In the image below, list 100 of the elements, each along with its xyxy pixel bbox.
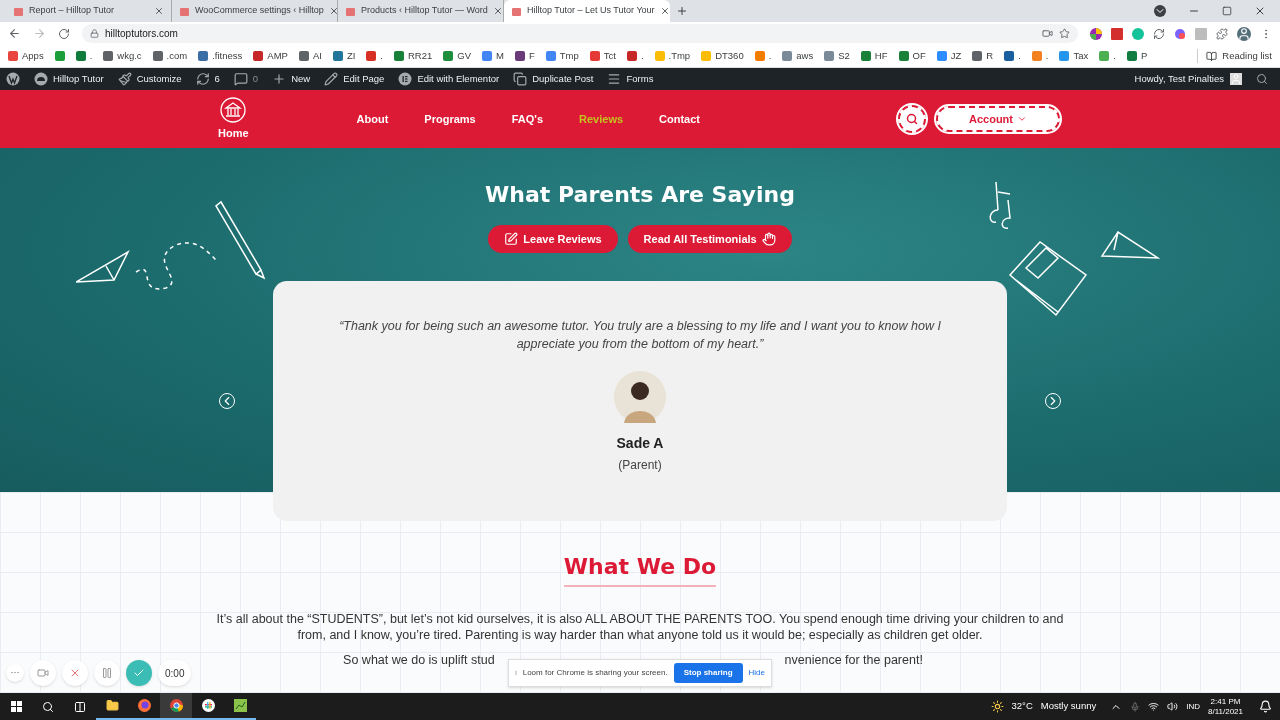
back-icon[interactable]: [8, 27, 21, 40]
url-text: hilltoptutors.com: [105, 27, 178, 41]
bookmark[interactable]: .: [75, 48, 93, 64]
bookmark[interactable]: .Tmp: [654, 48, 691, 64]
admin-bar-item[interactable]: Forms: [607, 71, 654, 87]
bookmark[interactable]: wkg.c: [103, 48, 142, 64]
extension-icon[interactable]: [1090, 27, 1102, 40]
taskbar-app[interactable]: [160, 693, 192, 720]
bookmark[interactable]: aws: [782, 48, 814, 64]
nav-link[interactable]: Contact: [659, 110, 701, 128]
admin-bar-item[interactable]: New: [272, 71, 311, 87]
admin-bar-item[interactable]: Edit with Elementor: [398, 71, 500, 87]
bookmark[interactable]: .: [1031, 48, 1049, 64]
howdy-text[interactable]: Howdy, Test Pinalties: [1134, 71, 1224, 87]
language-indicator[interactable]: IND: [1186, 700, 1200, 713]
bookmark[interactable]: .: [754, 48, 772, 64]
hide-link[interactable]: Hide: [748, 667, 765, 679]
bookmark[interactable]: AI: [298, 48, 322, 64]
reading-list[interactable]: Reading list: [1222, 48, 1272, 64]
new-tab-icon[interactable]: [676, 5, 688, 17]
bookmark[interactable]: F: [514, 48, 535, 64]
bookmark[interactable]: ZI: [332, 48, 356, 64]
temperature[interactable]: 32°C: [1011, 699, 1033, 714]
volume-icon[interactable]: [1167, 701, 1179, 712]
bookmark[interactable]: OF: [898, 48, 926, 64]
profile-icon[interactable]: [1237, 26, 1251, 41]
bookmark[interactable]: .: [1004, 48, 1021, 64]
bookmark-label: .Tmp: [668, 48, 691, 63]
nav-link[interactable]: FAQ's: [511, 110, 544, 128]
tab-search-icon[interactable]: [1154, 5, 1166, 17]
folder-icon: [105, 699, 119, 712]
recycle-icon[interactable]: [1153, 27, 1165, 40]
admin-bar-item[interactable]: Hilltop Tutor: [34, 71, 104, 87]
close-window-icon[interactable]: [1254, 5, 1266, 17]
address-bar[interactable]: hilltoptutors.com: [82, 24, 1078, 43]
bookmark[interactable]: R: [972, 48, 994, 64]
bookmark-label: .: [89, 48, 93, 63]
bookmark[interactable]: Tct: [589, 48, 616, 64]
nav-link[interactable]: Programs: [424, 110, 476, 128]
network-icon[interactable]: [1148, 701, 1160, 712]
bookmark[interactable]: Apps: [8, 48, 44, 64]
bookmark-label: .: [1113, 48, 1116, 63]
bookmark-label: JZ: [950, 48, 962, 63]
bookmark[interactable]: JZ: [936, 48, 962, 64]
extension-icon[interactable]: [1174, 27, 1186, 40]
bookmark[interactable]: .: [626, 48, 644, 64]
bookmark-label: AMP: [267, 48, 288, 63]
bookmark-label: GV: [457, 48, 471, 63]
admin-bar-item[interactable]: Duplicate Post: [513, 71, 594, 87]
bookmark[interactable]: AMP: [253, 48, 288, 64]
bookmark-label: wkg.c: [117, 48, 142, 63]
search-button[interactable]: [898, 105, 926, 133]
search-icon[interactable]: [1256, 73, 1268, 85]
notifications-icon[interactable]: [1259, 700, 1272, 713]
bookmark[interactable]: S2: [824, 48, 850, 64]
bookmark[interactable]: GV: [443, 48, 471, 64]
bookmark-label: S2: [838, 48, 850, 63]
extension-icon[interactable]: [1111, 27, 1123, 40]
bookmark[interactable]: P: [1126, 48, 1148, 64]
bookmark-star-icon[interactable]: [1059, 28, 1070, 39]
bookmark-label: HF: [874, 48, 888, 63]
close-icon[interactable]: [328, 6, 339, 16]
bookmark[interactable]: M: [482, 48, 504, 64]
microphone-icon[interactable]: [1130, 701, 1141, 712]
bookmark-favicon[interactable]: [54, 51, 65, 61]
reload-icon[interactable]: [58, 27, 70, 40]
bookmark[interactable]: Tax: [1059, 48, 1089, 64]
browser-tab[interactable]: Hilltop Tutor – Let Us Tutor Your: [504, 0, 670, 22]
close-icon[interactable]: [492, 6, 503, 16]
home-link[interactable]: Home: [218, 96, 249, 142]
extensions-icon[interactable]: [1216, 27, 1228, 40]
clock-date[interactable]: 8/11/2021: [1208, 706, 1243, 717]
restore-icon[interactable]: [1222, 6, 1232, 16]
bookmark[interactable]: .: [366, 48, 383, 64]
body-paragraph: It’s all about the “STUDENTS”, but let’s not kid ourselves, it is also ALL ABOUT THE PARENTS TOO. You spend enough time driving your children to and from, and I know, you’re tired. Parenting is way harder than what anyone told us it would be; especially as children get older.: [215, 611, 1065, 643]
close-icon[interactable]: [659, 6, 670, 16]
bookmark-label: Tct: [603, 48, 616, 63]
bookmark[interactable]: .fitness: [198, 48, 243, 64]
wordpress-logo-icon[interactable]: [6, 72, 20, 86]
admin-bar-item[interactable]: 0: [233, 71, 259, 87]
bookmark[interactable]: HF: [860, 48, 888, 64]
bookmark-label: .: [380, 48, 383, 63]
bookmark[interactable]: .: [1099, 48, 1116, 64]
bookmark[interactable]: RR21: [393, 48, 433, 64]
bookmark[interactable]: Tmp: [545, 48, 579, 64]
bookmark-label: Apps: [22, 48, 44, 63]
review-button[interactable]: Read All Testimonials: [627, 225, 792, 253]
admin-bar-item[interactable]: Edit Page: [324, 71, 385, 87]
spreadsheet-icon: [233, 699, 247, 712]
weather-text[interactable]: Mostly sunny: [1040, 699, 1097, 714]
bookmark[interactable]: DT360: [701, 48, 744, 64]
stop-sharing-button[interactable]: Stop sharing: [673, 663, 743, 683]
nav-link[interactable]: About: [356, 110, 389, 128]
admin-bar-item[interactable]: Customize: [117, 71, 182, 87]
account-button[interactable]: Account: [936, 106, 1060, 132]
review-button[interactable]: Leave Reviews: [488, 225, 618, 253]
bookmark[interactable]: .com: [152, 48, 188, 64]
close-icon[interactable]: [154, 6, 164, 16]
clock-time[interactable]: 2:41 PM: [1210, 696, 1241, 707]
admin-bar-item[interactable]: 6: [195, 71, 220, 87]
